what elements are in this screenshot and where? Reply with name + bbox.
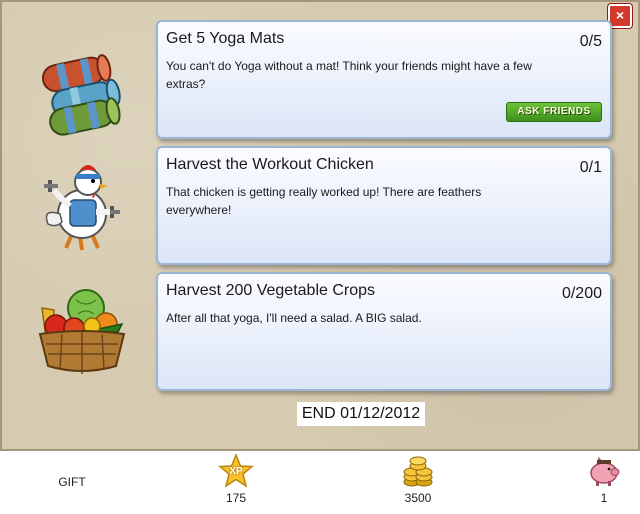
pig-icon xyxy=(590,456,620,486)
quest-title: Harvest the Workout Chicken xyxy=(166,156,374,173)
coins-reward: 3500 xyxy=(386,454,450,505)
quest-card-workout-chicken: Harvest the Workout Chicken 0/1 That chi… xyxy=(156,146,612,265)
gift-label: GIFT xyxy=(58,475,86,489)
xp-value: 175 xyxy=(225,491,247,505)
quest-title: Get 5 Yoga Mats xyxy=(166,30,285,47)
xp-reward: XP 175 xyxy=(204,453,268,505)
quest-end-date: END 01/12/2012 xyxy=(297,402,425,426)
quest-title: Harvest 200 Vegetable Crops xyxy=(166,282,376,299)
quest-description: That chicken is getting really worked up… xyxy=(166,185,482,217)
coins-icon xyxy=(403,456,433,487)
pig-reward: 1 xyxy=(572,454,636,505)
vegetable-basket-icon xyxy=(38,289,126,374)
quest-progress: 0/1 xyxy=(579,159,602,176)
reward-bar: GIFT XP 175 3500 1 xyxy=(0,451,640,514)
quest-card-vegetable-crops: Harvest 200 Vegetable Crops 0/200 After … xyxy=(156,272,612,391)
ask-friends-button[interactable]: ASK FRIENDS xyxy=(506,102,602,122)
xp-icon-text: XP xyxy=(229,466,243,477)
coins-value: 3500 xyxy=(404,491,432,505)
yoga-mats-icon xyxy=(41,54,121,136)
pig-value: 1 xyxy=(600,491,608,505)
quest-description: You can't do Yoga without a mat! Think y… xyxy=(166,59,532,91)
quest-progress: 0/200 xyxy=(561,285,602,302)
quest-card-yoga-mats: Get 5 Yoga Mats 0/5 You can't do Yoga wi… xyxy=(156,20,612,139)
close-icon[interactable]: × xyxy=(616,7,624,23)
quest-progress: 0/5 xyxy=(579,33,602,50)
quest-description: After all that yoga, I'll need a salad. … xyxy=(166,311,422,325)
quest-panel: × Get 5 Yoga Mats 0/5 You can't do Yoga … xyxy=(0,0,640,451)
workout-chicken-icon xyxy=(44,165,120,251)
